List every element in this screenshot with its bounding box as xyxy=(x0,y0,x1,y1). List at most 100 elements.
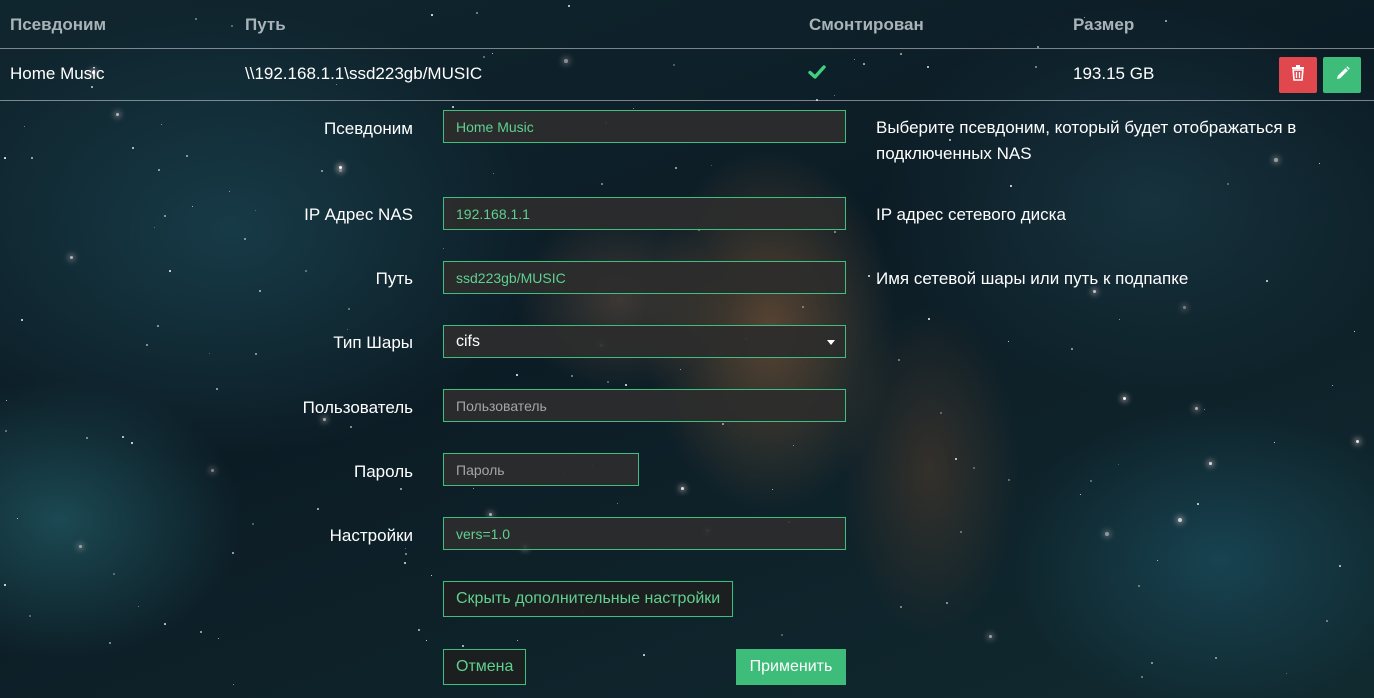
star xyxy=(1151,662,1153,664)
star xyxy=(1183,306,1186,309)
star xyxy=(323,418,326,421)
apply-button[interactable]: Применить xyxy=(736,649,846,685)
table-row: Home Music \\192.168.1.1\ssd223gb/MUSIC … xyxy=(0,49,1374,101)
star xyxy=(1157,560,1159,562)
star xyxy=(216,388,218,390)
star xyxy=(1215,657,1217,659)
star xyxy=(233,684,235,686)
star xyxy=(339,166,343,170)
star xyxy=(164,623,166,625)
star xyxy=(17,518,19,520)
star xyxy=(347,329,349,331)
row-alias: Home Music xyxy=(10,64,105,83)
star xyxy=(400,488,403,491)
star xyxy=(138,606,140,608)
star xyxy=(200,631,202,633)
star xyxy=(940,412,943,415)
star xyxy=(633,108,635,110)
star xyxy=(1141,676,1144,679)
star xyxy=(516,374,518,376)
caret-down-icon xyxy=(827,340,835,345)
star xyxy=(1118,464,1120,466)
cancel-button[interactable]: Отмена xyxy=(443,649,527,685)
star xyxy=(571,375,573,377)
star xyxy=(607,381,609,383)
path-input[interactable] xyxy=(443,261,846,294)
password-input[interactable] xyxy=(443,453,639,486)
star xyxy=(1332,385,1334,387)
hide-advanced-button[interactable]: Скрыть дополнительные настройки xyxy=(443,581,734,617)
star xyxy=(1119,319,1121,321)
star xyxy=(1286,673,1288,675)
star xyxy=(680,369,682,371)
pencil-icon xyxy=(1335,65,1350,85)
user-label: Пользователь xyxy=(302,398,413,417)
star xyxy=(681,487,684,490)
star xyxy=(4,584,7,587)
edit-button[interactable] xyxy=(1323,57,1361,93)
star xyxy=(802,306,804,308)
user-input[interactable] xyxy=(443,389,846,422)
star xyxy=(218,638,220,640)
header-size: Размер xyxy=(1073,15,1135,34)
star xyxy=(426,640,428,642)
star xyxy=(1204,409,1206,411)
star xyxy=(711,165,713,167)
star xyxy=(834,231,837,234)
star xyxy=(405,553,407,555)
star xyxy=(79,545,82,548)
star xyxy=(443,248,445,250)
star xyxy=(21,319,24,322)
star xyxy=(5,430,7,432)
check-icon xyxy=(808,64,826,85)
star xyxy=(1227,183,1230,186)
options-input[interactable] xyxy=(443,517,846,550)
star xyxy=(675,167,678,170)
star xyxy=(960,531,962,533)
star xyxy=(157,325,160,328)
star xyxy=(86,437,88,439)
star xyxy=(24,126,25,127)
ip-input[interactable] xyxy=(443,197,846,230)
row-path: \\192.168.1.1\ssd223gb/MUSIC xyxy=(245,64,483,83)
star xyxy=(350,426,353,429)
password-label: Пароль xyxy=(354,462,413,481)
delete-button[interactable] xyxy=(1279,57,1317,93)
alias-label: Псевдоним xyxy=(324,119,413,138)
star xyxy=(928,318,931,321)
star xyxy=(898,359,900,361)
star xyxy=(209,353,211,355)
star xyxy=(1197,503,1199,505)
header-mounted: Смонтирован xyxy=(809,15,924,34)
star xyxy=(868,275,871,278)
star xyxy=(154,227,156,229)
star xyxy=(158,169,160,171)
path-help: Имя сетевой шары или путь к подпапке xyxy=(876,269,1189,288)
star xyxy=(617,503,618,504)
star xyxy=(989,635,993,639)
star xyxy=(601,183,603,185)
star xyxy=(317,508,319,510)
ip-help: IP адрес сетевого диска xyxy=(876,205,1066,224)
star xyxy=(1209,462,1212,465)
star xyxy=(793,445,795,447)
star xyxy=(132,147,135,150)
options-label: Настройки xyxy=(329,526,413,545)
star xyxy=(1123,397,1126,400)
star xyxy=(517,640,519,642)
star xyxy=(1178,518,1182,522)
share-type-label: Тип Шары xyxy=(333,333,413,352)
star xyxy=(29,615,32,618)
star xyxy=(259,290,262,293)
alias-input[interactable] xyxy=(443,110,846,143)
ip-label: IP Адрес NAS xyxy=(304,205,413,224)
share-type-value: cifs xyxy=(456,333,480,350)
star xyxy=(1326,620,1329,623)
trash-icon xyxy=(1291,65,1305,85)
star xyxy=(781,634,784,637)
star xyxy=(339,169,342,172)
share-type-select[interactable]: cifs xyxy=(443,325,846,358)
star xyxy=(643,654,645,656)
star xyxy=(70,256,74,260)
star xyxy=(473,488,475,490)
